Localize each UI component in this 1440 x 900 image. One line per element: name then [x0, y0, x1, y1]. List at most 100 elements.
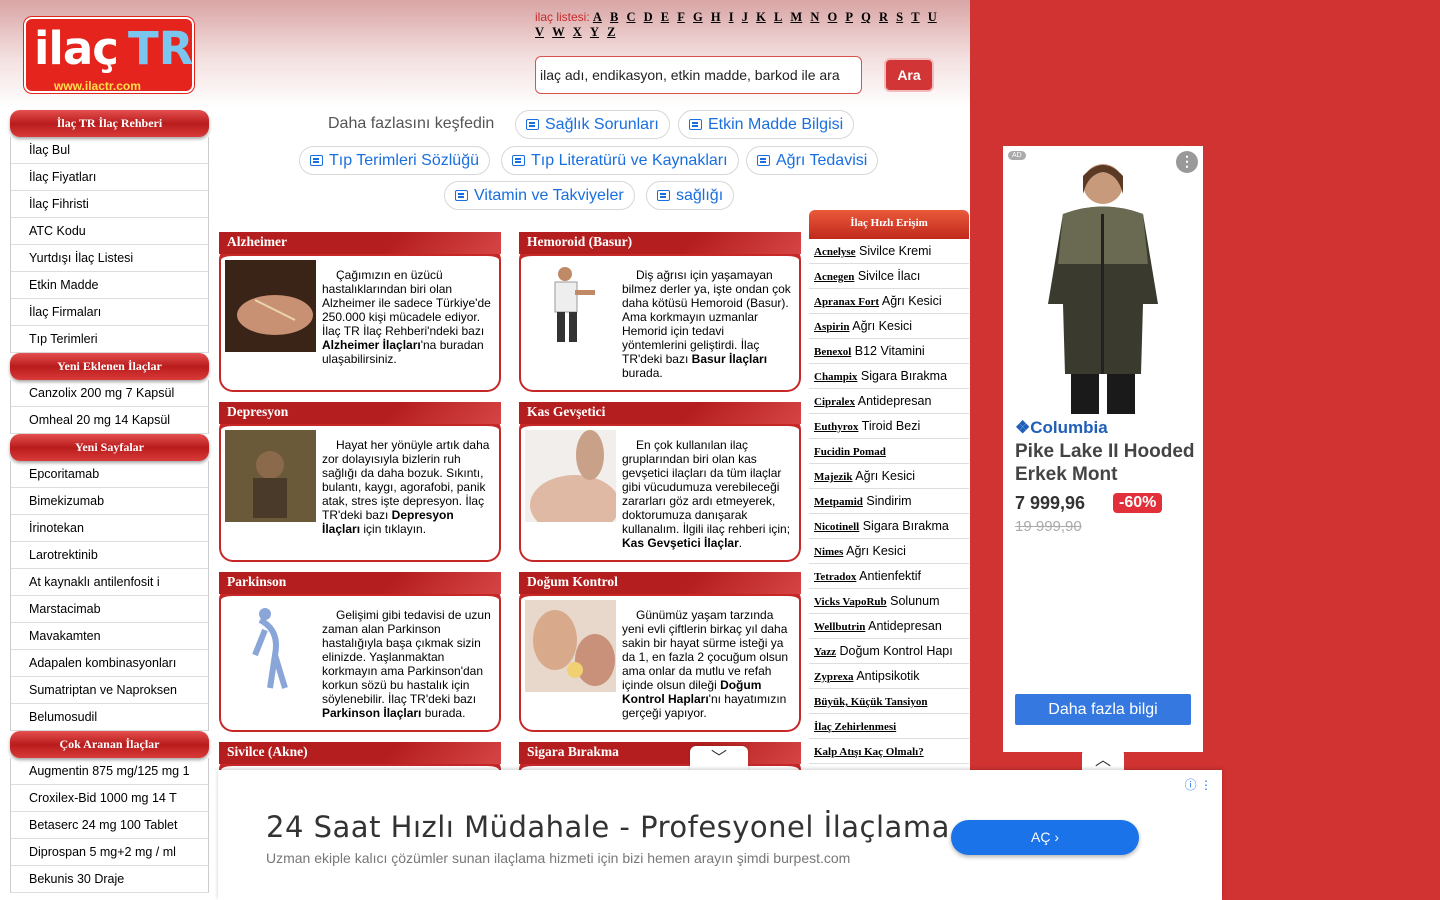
- card-link[interactable]: Parkinson İlaçları: [322, 706, 421, 720]
- topic-card[interactable]: Alzheimer Çağımızın en üzücü hastalıkları…: [219, 232, 501, 392]
- quick-access-link[interactable]: İlaç Zehirlenmesi: [814, 721, 896, 733]
- quick-access-link[interactable]: Majezik: [814, 471, 852, 483]
- alphabet-letter[interactable]: Z: [607, 25, 615, 39]
- sidebar-item[interactable]: Belumosudil: [10, 704, 209, 731]
- alphabet-letter[interactable]: X: [573, 25, 582, 39]
- card-title[interactable]: Doğum Kontrol: [519, 572, 801, 594]
- alphabet-letter[interactable]: T: [911, 10, 919, 24]
- quick-access-link[interactable]: Tetradox: [814, 571, 856, 583]
- alphabet-letter[interactable]: Q: [861, 10, 871, 24]
- sidebar-item[interactable]: Diprospan 5 mg+2 mg / ml: [10, 839, 209, 866]
- card-link[interactable]: Alzheimer İlaçları: [322, 338, 421, 352]
- card-image[interactable]: [525, 260, 616, 352]
- alphabet-letter[interactable]: C: [626, 10, 635, 24]
- pill-vitamin[interactable]: Vitamin ve Takviyeler: [444, 181, 635, 210]
- card-image[interactable]: [525, 600, 616, 692]
- bottom-ad-toggle[interactable]: ﹀: [690, 746, 748, 772]
- quick-access-link[interactable]: Nimes: [814, 546, 843, 558]
- sidebar-item[interactable]: Epcoritamab: [10, 461, 209, 488]
- alphabet-letter[interactable]: G: [693, 10, 703, 24]
- quick-access-link[interactable]: Fucidin Pomad: [814, 446, 886, 458]
- quick-access-link[interactable]: Vicks VapoRub: [814, 596, 887, 608]
- sidebar-item[interactable]: Etkin Madde: [10, 272, 209, 299]
- alphabet-letter[interactable]: V: [535, 25, 544, 39]
- quick-access-link[interactable]: Apranax Fort: [814, 296, 879, 308]
- sidebar-item[interactable]: At kaynaklı antilenfosit i: [10, 569, 209, 596]
- quick-access-link[interactable]: Metpamid: [814, 496, 863, 508]
- pill-etkin-madde[interactable]: Etkin Madde Bilgisi: [678, 110, 855, 139]
- quick-access-link[interactable]: Cipralex: [814, 396, 855, 408]
- sidebar-item[interactable]: Croxilex-Bid 1000 mg 14 T: [10, 785, 209, 812]
- quick-access-link[interactable]: Acnegen: [814, 271, 854, 283]
- card-image[interactable]: [525, 430, 616, 522]
- pill-sagligi[interactable]: sağlığı: [646, 181, 735, 210]
- quick-access-link[interactable]: Aspirin: [814, 321, 849, 333]
- quick-access-link[interactable]: Yazz: [814, 646, 836, 658]
- sidebar-item[interactable]: Augmentin 875 mg/125 mg 1: [10, 758, 209, 785]
- sidebar-item[interactable]: Sumatriptan ve Naproksen: [10, 677, 209, 704]
- ad-more-info-button[interactable]: Daha fazla bilgi: [1015, 694, 1191, 725]
- pill-saglik-sorunlari[interactable]: Sağlık Sorunları: [515, 110, 670, 139]
- sidebar-item[interactable]: Betaserc 24 mg 100 Tablet: [10, 812, 209, 839]
- side-advertisement[interactable]: AD ⋮ ❖Columbia Pike Lake II Hooded Erkek…: [1003, 146, 1203, 752]
- topic-card[interactable]: Parkinson Gelişimi gibi tedavisi de uzun …: [219, 572, 501, 732]
- ad-collapse-tab[interactable]: ︿: [1082, 750, 1124, 770]
- sidebar-item[interactable]: Bimekizumab: [10, 488, 209, 515]
- alphabet-letter[interactable]: D: [644, 10, 653, 24]
- topic-card[interactable]: Doğum Kontrol Günümüz yaşam tarzında yeni…: [519, 572, 801, 732]
- card-title[interactable]: Kas Gevşetici: [519, 402, 801, 424]
- quick-access-link[interactable]: Benexol: [814, 346, 851, 358]
- search-button[interactable]: Ara: [884, 58, 934, 92]
- quick-access-link[interactable]: Champix: [814, 371, 857, 383]
- ad-menu-icon[interactable]: ⋮: [1176, 151, 1198, 173]
- sidebar-item[interactable]: Canzolix 200 mg 7 Kapsül: [10, 380, 209, 407]
- ad-info-icon[interactable]: ⓘ ⋮: [1185, 776, 1212, 793]
- card-title[interactable]: Sivilce (Akne): [219, 742, 501, 764]
- alphabet-letter[interactable]: L: [774, 10, 782, 24]
- card-title[interactable]: Sigara Bırakma: [519, 742, 801, 764]
- sidebar-item[interactable]: Yurtdışı İlaç Listesi: [10, 245, 209, 272]
- sidebar-item[interactable]: Omheal 20 mg 14 Kapsül: [10, 407, 209, 434]
- sidebar-item[interactable]: İlaç Firmaları: [10, 299, 209, 326]
- alphabet-letter[interactable]: P: [845, 10, 853, 24]
- alphabet-letter[interactable]: J: [742, 10, 748, 24]
- site-logo[interactable]: ilaç TR www.ilactr.com: [24, 17, 194, 93]
- alphabet-letter[interactable]: R: [879, 10, 888, 24]
- sidebar-item[interactable]: İlaç Fiyatları: [10, 164, 209, 191]
- alphabet-letter[interactable]: U: [928, 10, 937, 24]
- sidebar-item[interactable]: İlaç Fihristi: [10, 191, 209, 218]
- sidebar-item[interactable]: Marstacimab: [10, 596, 209, 623]
- card-image[interactable]: [225, 600, 316, 692]
- jacket-image[interactable]: [1023, 154, 1183, 414]
- topic-card[interactable]: Kas Gevşetici En çok kullanılan ilaç grup…: [519, 402, 801, 562]
- card-image[interactable]: [225, 260, 316, 352]
- quick-access-link[interactable]: Euthyrox: [814, 421, 858, 433]
- search-input[interactable]: ilaç adı, endikasyon, etkin madde, barko…: [535, 56, 862, 94]
- sidebar-item[interactable]: Mavakamten: [10, 623, 209, 650]
- topic-card[interactable]: Hemoroid (Basur) Diş ağrısı için yaşamaya…: [519, 232, 801, 392]
- alphabet-letter[interactable]: Y: [590, 25, 599, 39]
- card-title[interactable]: Alzheimer: [219, 232, 501, 254]
- alphabet-letter[interactable]: B: [610, 10, 618, 24]
- quick-access-link[interactable]: Wellbutrin: [814, 621, 865, 633]
- quick-access-link[interactable]: Nicotinell: [814, 521, 859, 533]
- topic-card[interactable]: Depresyon Hayat her yönüyle artık daha zo…: [219, 402, 501, 562]
- pill-agri-tedavisi[interactable]: Ağrı Tedavisi: [746, 146, 879, 175]
- card-title[interactable]: Hemoroid (Basur): [519, 232, 801, 254]
- pill-tip-literaturu[interactable]: Tıp Literatürü ve Kaynakları: [501, 146, 739, 175]
- sidebar-item[interactable]: İrinotekan: [10, 515, 209, 542]
- card-link[interactable]: Kas Gevşetici İlaçlar: [622, 536, 739, 550]
- alphabet-letter[interactable]: A: [593, 10, 602, 24]
- alphabet-letter[interactable]: W: [552, 25, 565, 39]
- alphabet-letter[interactable]: K: [756, 10, 766, 24]
- alphabet-letter[interactable]: F: [677, 10, 685, 24]
- sidebar-item[interactable]: ATC Kodu: [10, 218, 209, 245]
- card-image[interactable]: [225, 430, 316, 522]
- alphabet-letter[interactable]: I: [729, 10, 734, 24]
- sidebar-item[interactable]: Bekunis 30 Draje: [10, 866, 209, 893]
- alphabet-letter[interactable]: E: [661, 10, 669, 24]
- card-title[interactable]: Depresyon: [219, 402, 501, 424]
- alphabet-letter[interactable]: H: [711, 10, 721, 24]
- sidebar-item[interactable]: Tıp Terimleri: [10, 326, 209, 353]
- alphabet-letter[interactable]: N: [810, 10, 819, 24]
